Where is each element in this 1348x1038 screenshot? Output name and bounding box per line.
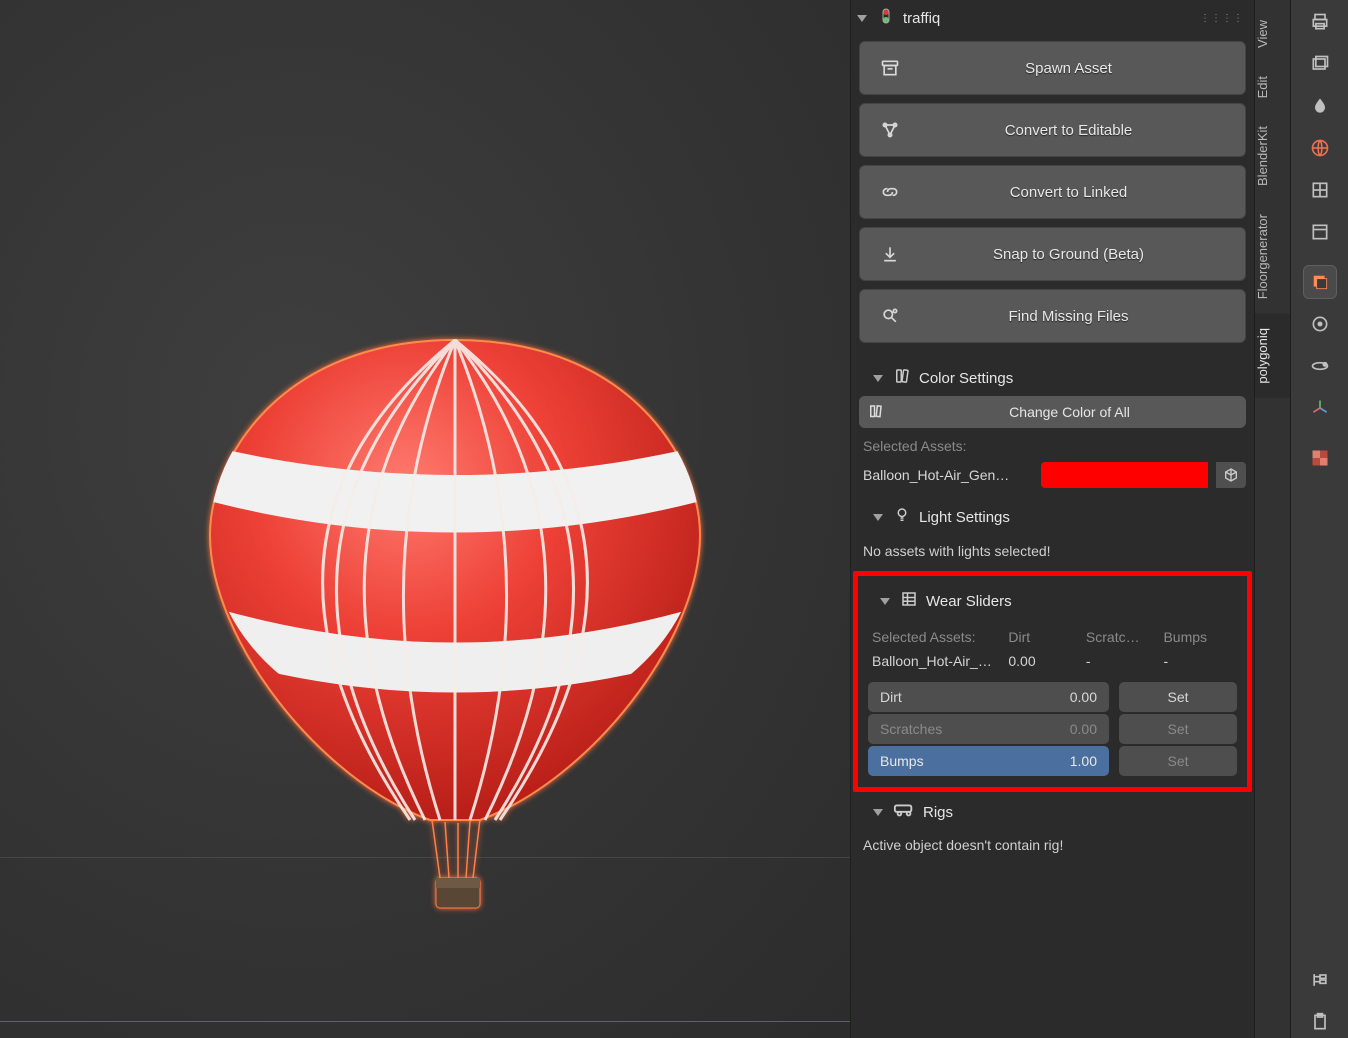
globe-icon[interactable]: [1304, 132, 1336, 164]
archive-icon: [874, 58, 906, 78]
vtab-floorgenerator[interactable]: Floorgenerator: [1255, 200, 1290, 313]
mesh-icon: [874, 120, 906, 140]
selected-object-balloon[interactable]: [200, 330, 710, 930]
rigs-header[interactable]: Rigs: [851, 792, 1254, 829]
convert-linked-button[interactable]: Convert to Linked: [859, 165, 1246, 219]
find-missing-button[interactable]: Find Missing Files: [859, 289, 1246, 343]
addon-title: traffiq: [903, 10, 940, 27]
light-settings-header[interactable]: Light Settings: [851, 496, 1254, 535]
printer-icon[interactable]: [1304, 6, 1336, 38]
bumps-slider[interactable]: Bumps1.00: [868, 746, 1109, 776]
vtab-edit[interactable]: Edit: [1255, 62, 1290, 112]
panel-icon[interactable]: [1304, 216, 1336, 248]
orbit-icon[interactable]: [1304, 350, 1336, 382]
n-panel-tabs[interactable]: ViewEditBlenderKitFloorgeneratorpolygoni…: [1254, 0, 1290, 1038]
addon-header[interactable]: traffiq ⋮⋮⋮⋮: [851, 0, 1254, 37]
drag-handle-icon[interactable]: ⋮⋮⋮⋮: [1200, 13, 1244, 24]
vtab-blenderkit[interactable]: BlenderKit: [1255, 112, 1290, 200]
lightbulb-icon: [893, 506, 911, 529]
properties-sidebar[interactable]: traffiq ⋮⋮⋮⋮ Spawn Asset Convert to Edit…: [850, 0, 1254, 1038]
selected-assets-label: Selected Assets:: [851, 428, 1254, 458]
snap-ground-button[interactable]: Snap to Ground (Beta): [859, 227, 1246, 281]
convert-editable-button[interactable]: Convert to Editable: [859, 103, 1246, 157]
change-color-all-button[interactable]: Change Color of All: [859, 396, 1246, 428]
dirt-set-button[interactable]: Set: [1119, 682, 1237, 712]
wear-table-row: Balloon_Hot-Air_… 0.00 - -: [862, 649, 1243, 681]
spawn-asset-button[interactable]: Spawn Asset: [859, 41, 1246, 95]
droplet-icon[interactable]: [1304, 90, 1336, 122]
tree-view-icon[interactable]: [1304, 964, 1336, 996]
grid-axis: [0, 1021, 850, 1022]
chevron-down-icon[interactable]: [873, 514, 883, 521]
layers-icon[interactable]: [1304, 266, 1336, 298]
bumps-set-button[interactable]: Set: [1119, 746, 1237, 776]
color-settings-header[interactable]: Color Settings: [851, 357, 1254, 396]
clipboard-icon[interactable]: [1304, 1006, 1336, 1038]
light-empty-message: No assets with lights selected!: [851, 535, 1254, 571]
right-toolbar[interactable]: [1290, 0, 1348, 1038]
scratches-slider[interactable]: Scratches0.00: [868, 714, 1109, 744]
link-icon: [874, 182, 906, 202]
isolate-object-button[interactable]: [1216, 462, 1246, 488]
grid-icon[interactable]: [1304, 174, 1336, 206]
wear-sliders-title: Wear Sliders: [926, 593, 1012, 610]
selected-asset-name: Balloon_Hot-Air_Gen…: [863, 467, 1033, 483]
dirt-slider[interactable]: Dirt0.00: [868, 682, 1109, 712]
checker-icon[interactable]: [1304, 442, 1336, 474]
traffiq-logo-icon: [877, 7, 895, 30]
color-settings-title: Color Settings: [919, 370, 1013, 387]
vehicle-icon: [893, 802, 915, 823]
axis-icon[interactable]: [1304, 392, 1336, 424]
sliders-icon: [900, 590, 918, 613]
vtab-polygoniq[interactable]: polygoniq: [1255, 314, 1290, 398]
wear-table-header: Selected Assets: Dirt Scratc… Bumps: [862, 619, 1243, 649]
search-file-icon: [874, 306, 906, 326]
download-icon: [874, 244, 906, 264]
brush-icon: [859, 396, 893, 428]
rigs-empty-message: Active object doesn't contain rig!: [851, 829, 1254, 865]
chevron-down-icon[interactable]: [873, 375, 883, 382]
wear-sliders-panel-highlight: Wear Sliders Selected Assets: Dirt Scrat…: [853, 571, 1252, 792]
chevron-down-icon[interactable]: [857, 15, 867, 22]
color-swatch[interactable]: [1041, 462, 1208, 488]
chevron-down-icon[interactable]: [880, 598, 890, 605]
scratches-set-button[interactable]: Set: [1119, 714, 1237, 744]
wear-sliders-header[interactable]: Wear Sliders: [862, 580, 1243, 619]
3d-viewport[interactable]: [0, 0, 850, 1038]
target-icon[interactable]: [1304, 308, 1336, 340]
palette-icon: [893, 367, 911, 390]
light-settings-title: Light Settings: [919, 509, 1010, 526]
vtab-view[interactable]: View: [1255, 6, 1290, 62]
rigs-title: Rigs: [923, 804, 953, 821]
images-icon[interactable]: [1304, 48, 1336, 80]
chevron-down-icon[interactable]: [873, 809, 883, 816]
